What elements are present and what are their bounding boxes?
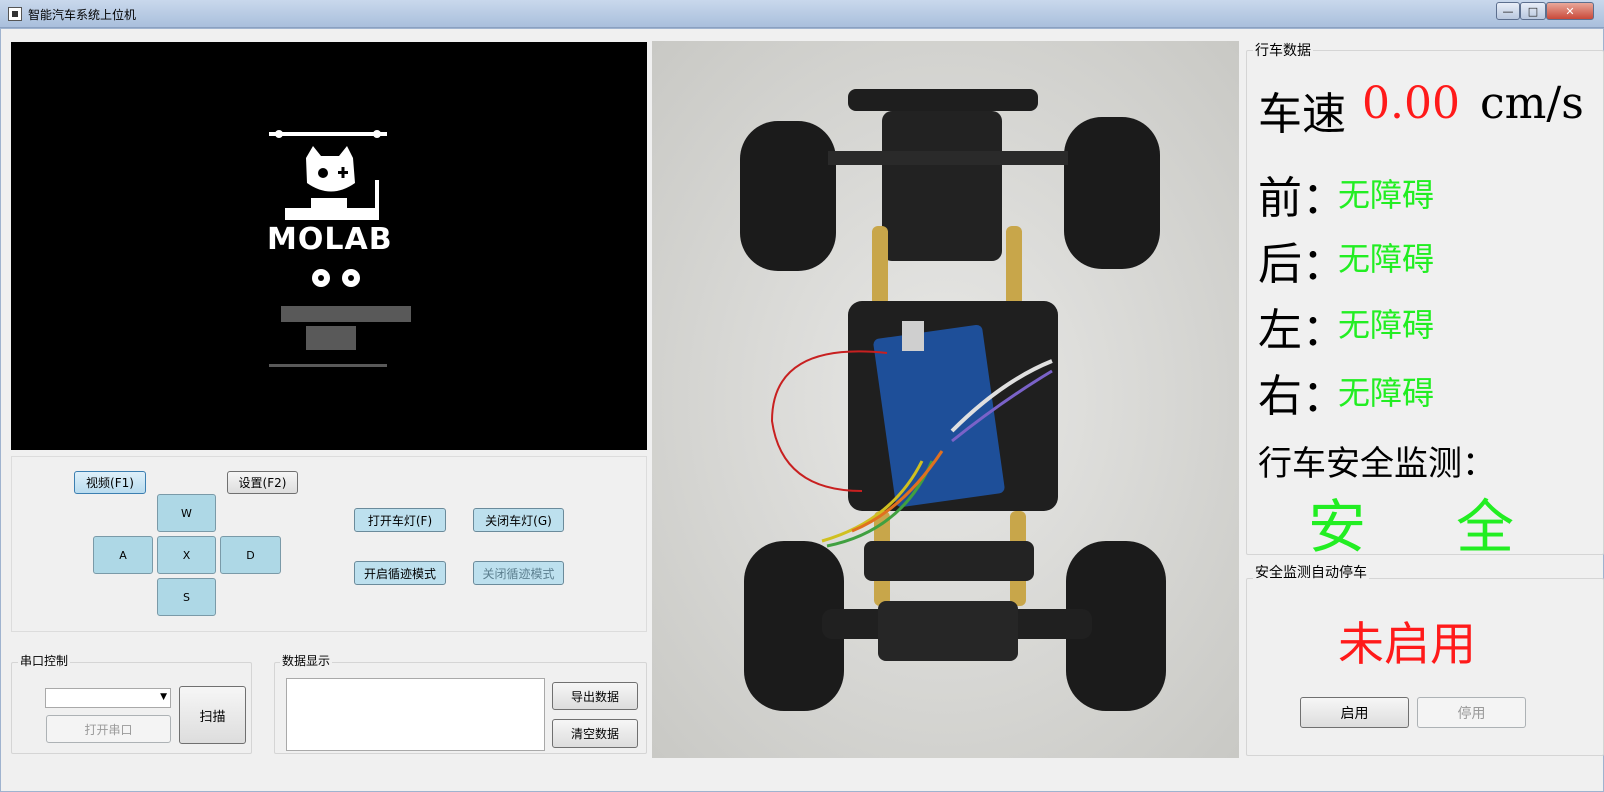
scan-button[interactable]: 扫描 [179, 686, 246, 744]
close-button[interactable]: ✕ [1546, 2, 1594, 20]
driving-data-label: 行车数据 [1253, 40, 1313, 60]
open-port-button[interactable]: 打开串口 [46, 715, 171, 743]
rear-status: 无障碍 [1338, 240, 1435, 278]
right-button[interactable]: D [220, 536, 281, 574]
right-status: 无障碍 [1338, 374, 1435, 412]
speed-label: 车速 [1258, 89, 1346, 140]
serial-group-label: 串口控制 [18, 652, 71, 669]
minimize-button[interactable]: — [1496, 2, 1520, 20]
speed-value: 0.00 [1362, 78, 1460, 129]
logo-text: MOLAB [267, 222, 393, 257]
rear-label: 后： [1258, 239, 1346, 290]
data-display-label: 数据显示 [280, 652, 333, 669]
data-textarea[interactable] [286, 678, 545, 751]
track-off-button[interactable]: 关闭循迹模式 [473, 561, 564, 585]
backward-button[interactable]: S [157, 578, 216, 616]
right-label: 右： [1258, 371, 1346, 422]
video-button[interactable]: 视频(F1) [74, 471, 146, 494]
app-icon [8, 7, 22, 21]
safety-char-1: 安 [1308, 493, 1367, 561]
settings-button[interactable]: 设置(F2) [227, 471, 298, 494]
camera-image [652, 41, 1239, 758]
car-photo [652, 41, 1239, 758]
front-label: 前： [1258, 173, 1346, 224]
video-view: MOLAB [11, 42, 647, 450]
title-bar: 智能汽车系统上位机 — □ ✕ [0, 0, 1604, 28]
export-data-button[interactable]: 导出数据 [552, 682, 638, 710]
safety-char-2: 全 [1456, 493, 1515, 561]
auto-stop-label: 安全监测自动停车 [1253, 562, 1369, 582]
front-status: 无障碍 [1338, 176, 1435, 214]
left-label: 左： [1258, 305, 1346, 356]
safety-label: 行车安全监测： [1258, 444, 1496, 484]
auto-stop-status: 未启用 [1338, 617, 1476, 671]
forward-button[interactable]: W [157, 494, 216, 532]
window-title: 智能汽车系统上位机 [28, 8, 137, 22]
left-button[interactable]: A [93, 536, 153, 574]
lights-on-button[interactable]: 打开车灯(F) [354, 508, 446, 532]
track-on-button[interactable]: 开启循迹模式 [354, 561, 446, 585]
left-status: 无障碍 [1338, 306, 1435, 344]
chevron-down-icon: ▼ [160, 692, 167, 702]
clear-data-button[interactable]: 清空数据 [552, 719, 638, 748]
port-select[interactable]: ▼ [45, 688, 171, 708]
stop-button[interactable]: X [157, 536, 216, 574]
enable-button[interactable]: 启用 [1300, 697, 1409, 728]
maximize-button[interactable]: □ [1520, 2, 1546, 20]
lights-off-button[interactable]: 关闭车灯(G) [473, 508, 564, 532]
disable-button[interactable]: 停用 [1417, 697, 1526, 728]
speed-unit: cm/s [1480, 78, 1584, 129]
